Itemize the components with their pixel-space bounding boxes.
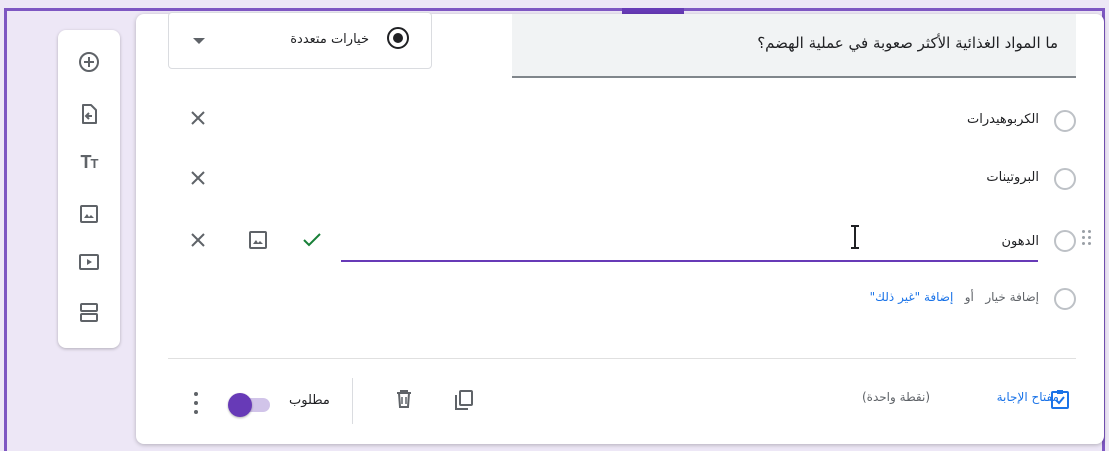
option-input[interactable]: الدهون	[1001, 234, 1039, 249]
close-icon	[191, 171, 205, 185]
add-question-icon	[79, 52, 99, 72]
more-options-icon	[194, 392, 198, 396]
add-image-icon	[80, 205, 98, 223]
duplicate-icon	[455, 390, 473, 410]
question-type-label: خيارات متعددة	[290, 32, 369, 47]
option-input-underline	[341, 260, 1038, 262]
close-icon	[191, 111, 205, 125]
chevron-down-icon	[193, 38, 205, 44]
add-image-icon	[249, 231, 267, 249]
add-video-button[interactable]	[73, 246, 105, 278]
toggle-thumb	[228, 393, 252, 417]
duplicate-button[interactable]	[452, 388, 476, 412]
more-options-button[interactable]	[192, 390, 200, 416]
option-label[interactable]: الكربوهيدرات	[967, 112, 1039, 127]
close-icon	[191, 233, 205, 247]
add-section-button[interactable]	[73, 296, 105, 328]
add-question-button[interactable]	[73, 46, 105, 78]
add-video-icon	[79, 254, 99, 270]
floating-toolbar: TT	[58, 30, 120, 348]
import-questions-button[interactable]	[73, 98, 105, 130]
add-image-button[interactable]	[73, 198, 105, 230]
check-icon	[303, 233, 321, 247]
drag-handle-icon[interactable]	[1082, 230, 1092, 248]
footer-vertical-divider	[352, 378, 353, 424]
add-other-link[interactable]: إضافة "غير ذلك"	[870, 290, 954, 304]
question-title-text: ما المواد الغذائية الأكثر صعوبة في عملية…	[757, 34, 1058, 52]
question-type-dropdown[interactable]: خيارات متعددة	[168, 12, 432, 69]
add-title-button[interactable]: TT	[73, 146, 105, 178]
remove-option-button[interactable]	[186, 166, 210, 190]
add-option-row: إضافة خيار أو إضافة "غير ذلك"	[870, 290, 1039, 304]
remove-option-button[interactable]	[186, 106, 210, 130]
multiple-choice-icon	[387, 27, 409, 49]
option-radio	[1054, 230, 1076, 252]
add-option-link[interactable]: إضافة خيار	[985, 290, 1039, 304]
remove-option-button[interactable]	[186, 228, 210, 252]
import-questions-icon	[82, 104, 97, 124]
text-cursor-icon	[851, 225, 859, 249]
option-radio	[1054, 110, 1076, 132]
option-radio	[1054, 168, 1076, 190]
confirm-option-button[interactable]	[300, 228, 324, 252]
option-image-button[interactable]	[246, 228, 270, 252]
delete-button[interactable]	[392, 387, 416, 411]
option-label[interactable]: البروتينات	[986, 170, 1039, 185]
add-section-icon	[80, 303, 98, 322]
or-label: أو	[964, 290, 974, 304]
points-label: (نقطة واحدة)	[862, 390, 930, 404]
add-title-icon: TT	[80, 151, 99, 172]
required-label: مطلوب	[289, 393, 330, 408]
question-card	[136, 14, 1104, 444]
delete-icon	[397, 390, 411, 408]
answer-key-link[interactable]: مفتاح الإجابة	[997, 390, 1059, 404]
footer-divider	[168, 358, 1076, 359]
option-radio	[1054, 288, 1076, 310]
question-title-field[interactable]: ما المواد الغذائية الأكثر صعوبة في عملية…	[512, 14, 1076, 78]
required-toggle[interactable]	[228, 393, 272, 417]
